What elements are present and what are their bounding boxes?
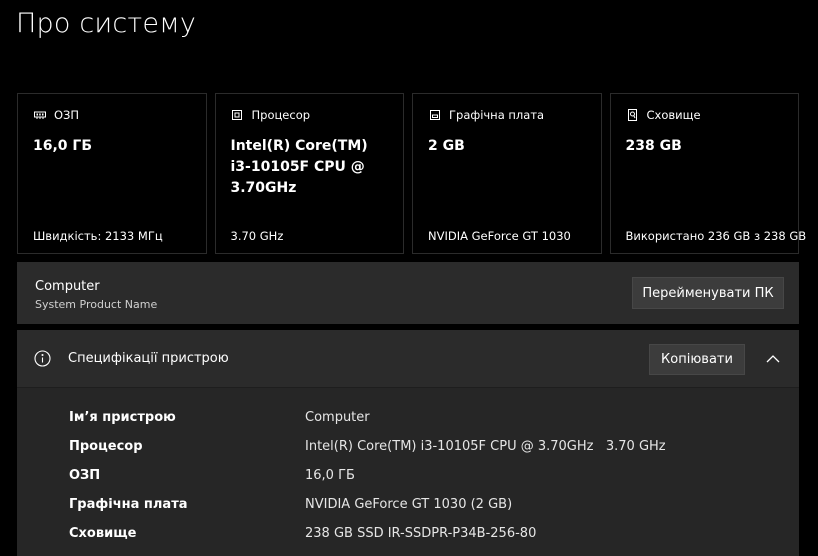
storage-icon [626, 109, 639, 122]
spec-value: Intel(R) Core(TM) i3-10105F CPU @ 3.70GH… [305, 439, 666, 454]
specifications-title: Специфікації пристрою [68, 351, 229, 366]
card-ram: ОЗП 16,0 ГБ Швидкість: 2133 МГц [17, 93, 207, 254]
card-footer: Використано 236 GB з 238 GB [625, 229, 807, 243]
card-value: 238 GB [625, 138, 682, 154]
spec-row-device-name: Ім’я пристрою Computer [69, 410, 769, 439]
spec-row-storage: Сховище 238 GB SSD IR-SSDPR-P34B-256-80 [69, 526, 769, 555]
spec-row-graphics: Графічна плата NVIDIA GeForce GT 1030 (2… [69, 497, 769, 526]
spec-value: 238 GB SSD IR-SSDPR-P34B-256-80 [305, 526, 537, 541]
memory-icon [33, 109, 46, 122]
copy-button[interactable]: Копіювати [649, 344, 745, 375]
chevron-up-icon[interactable] [765, 351, 781, 365]
card-processor: Процесор Intel(R) Core(TM) i3-10105F CPU… [214, 93, 404, 254]
specifications-list: Ім’я пристрою Computer Процесор Intel(R)… [69, 410, 769, 555]
card-label: Процесор [251, 108, 311, 122]
card-label: ОЗП [54, 108, 80, 122]
card-label: Сховище [646, 108, 701, 122]
processor-icon [231, 109, 244, 122]
card-footer: 3.70 GHz [230, 229, 284, 243]
spec-value: Computer [305, 410, 370, 425]
card-storage: Сховище 238 GB Використано 236 GB з 238 … [609, 93, 806, 254]
rename-pc-button[interactable]: Перейменувати ПК [632, 277, 784, 309]
about-system-page: Про систему ОЗП 16,0 ГБ Швидкість: 2133 … [0, 0, 818, 556]
spec-label: Сховище [69, 526, 137, 541]
card-value: Intel(R) Core(TM) i3-10105F CPU @ 3.70GH… [230, 138, 368, 196]
spec-label: Ім’я пристрою [69, 410, 176, 425]
device-name-bar: Computer System Product Name Перейменува… [17, 262, 799, 324]
spec-value: 16,0 ГБ [305, 468, 355, 483]
specifications-header[interactable]: Специфікації пристрою Копіювати [17, 330, 799, 388]
card-value: 16,0 ГБ [33, 138, 93, 154]
page-title: Про систему [16, 8, 196, 39]
card-value: 2 GB [428, 138, 465, 154]
card-footer: Швидкість: 2133 МГц [33, 229, 163, 243]
card-graphics: Графічна плата 2 GB NVIDIA GeForce GT 10… [412, 93, 602, 254]
spec-row-processor: Процесор Intel(R) Core(TM) i3-10105F CPU… [69, 439, 769, 468]
spec-value: NVIDIA GeForce GT 1030 (2 GB) [305, 497, 513, 512]
card-label: Графічна плата [449, 108, 545, 122]
device-name: Computer [35, 279, 100, 294]
hardware-cards: ОЗП 16,0 ГБ Швидкість: 2133 МГц Процесор… [17, 93, 806, 254]
card-footer: NVIDIA GeForce GT 1030 [428, 229, 571, 243]
spec-label: Процесор [69, 439, 143, 454]
device-specifications-panel: Специфікації пристрою Копіювати Ім’я при… [17, 330, 799, 556]
info-icon [34, 350, 51, 367]
spec-row-ram: ОЗП 16,0 ГБ [69, 468, 769, 497]
device-product-name: System Product Name [35, 298, 158, 311]
spec-label: ОЗП [69, 468, 101, 483]
graphics-card-icon [428, 109, 441, 122]
spec-label: Графічна плата [69, 497, 188, 512]
